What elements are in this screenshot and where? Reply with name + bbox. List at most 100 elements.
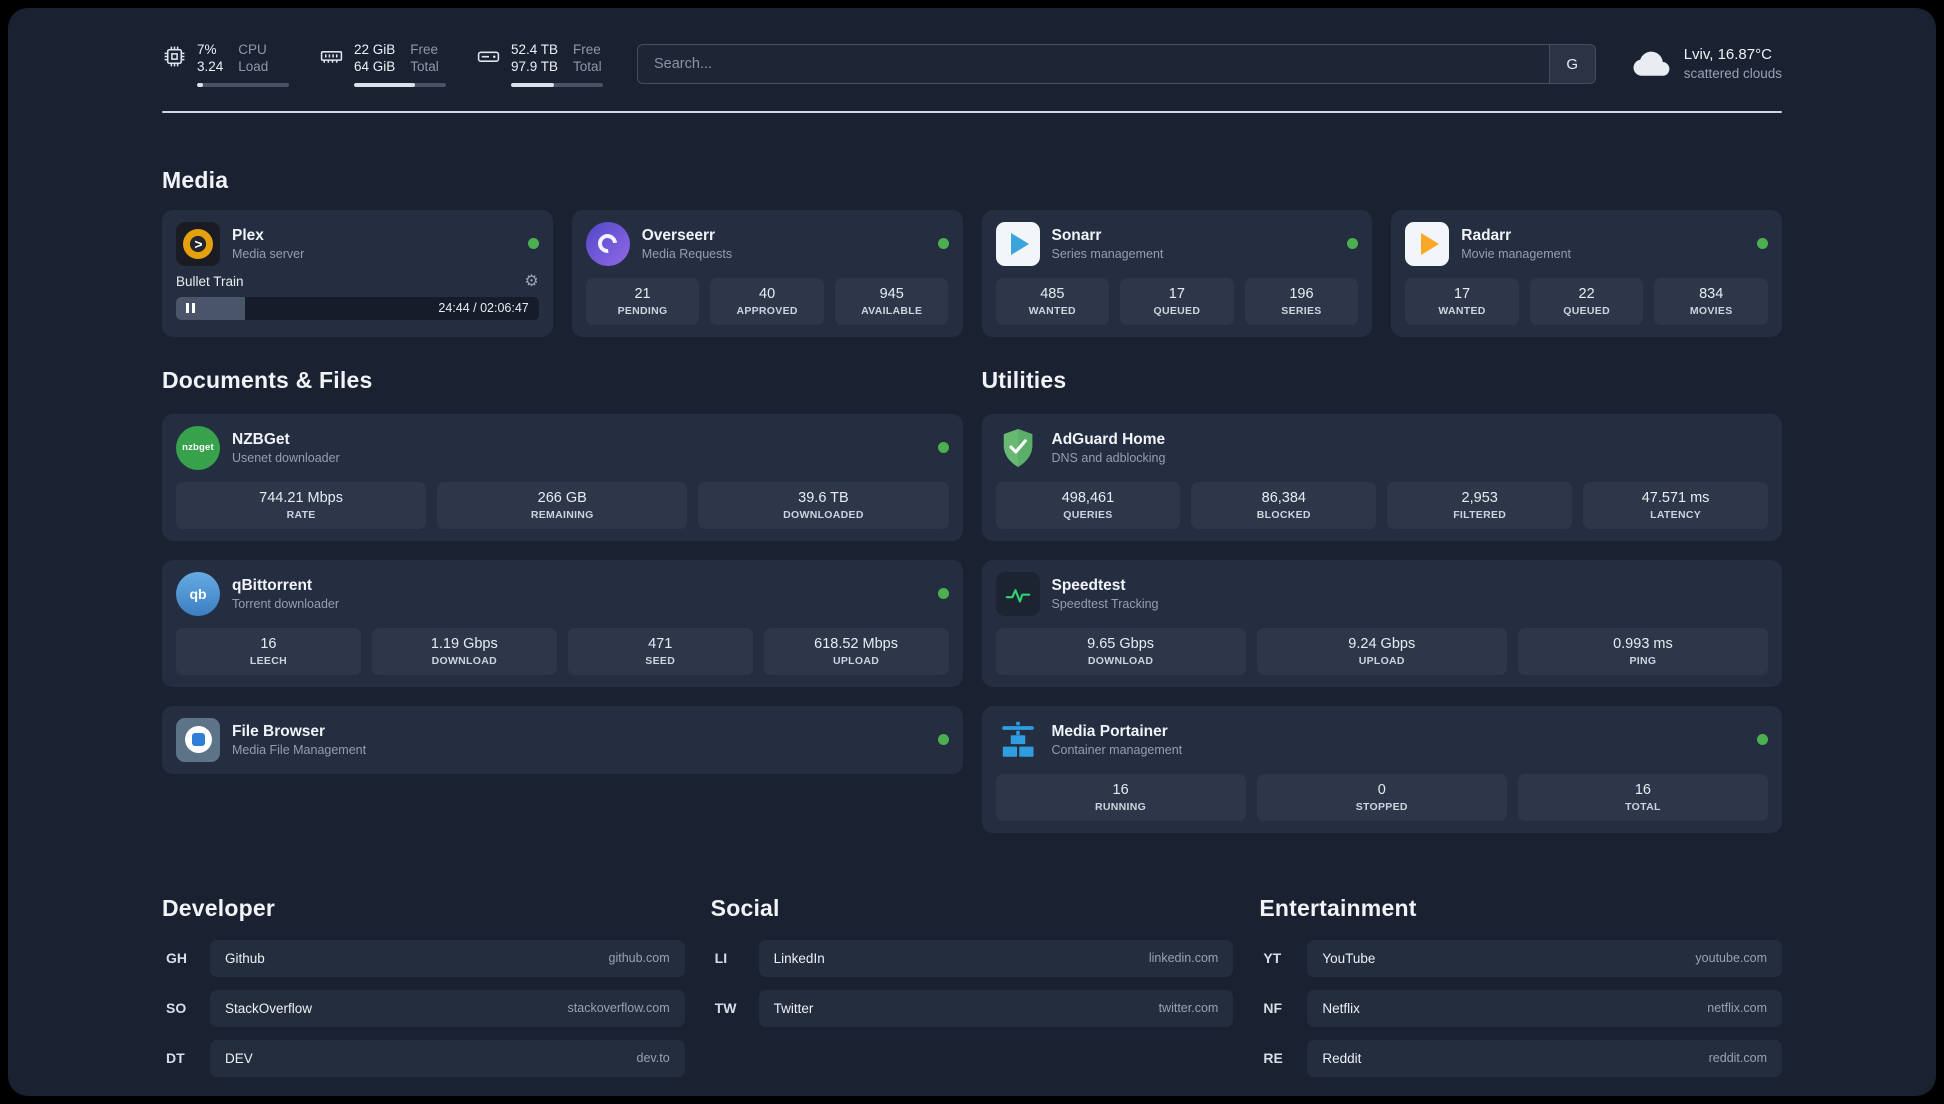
bookmark-stackoverflow[interactable]: StackOverflow stackoverflow.com: [210, 989, 685, 1027]
bookmark-url: stackoverflow.com: [567, 1001, 670, 1016]
disk-progress-bar: [511, 82, 603, 87]
stat-value: 86,384: [1261, 489, 1306, 506]
bookmark-linkedin[interactable]: LinkedIn linkedin.com: [758, 939, 1234, 977]
app-name: AdGuard Home: [1051, 430, 1166, 448]
bookmark-name: YouTube: [1322, 950, 1376, 966]
ram-progress-bar: [354, 82, 446, 87]
stat-label: MOVIES: [1689, 305, 1733, 318]
stat: 16 RUNNING: [995, 773, 1246, 821]
app-name: Overseerr: [641, 226, 716, 244]
disk-total-value: 97.9 TB: [511, 58, 559, 74]
pause-icon[interactable]: [176, 303, 205, 314]
speedtest-icon: [995, 571, 1040, 616]
section-title-utilities: Utilities: [981, 366, 1067, 393]
overseerr-icon: [585, 221, 630, 266]
search-bar: G: [637, 44, 1596, 85]
stat-label: STOPPED: [1355, 801, 1408, 813]
stat-label: REMAINING: [530, 509, 594, 522]
stat-value: 16: [1634, 781, 1651, 798]
app-card-plex[interactable]: > Plex Media server Bullet Train ⚙ 24:44…: [162, 209, 553, 337]
qbittorrent-icon-text: qb: [189, 585, 207, 602]
stat-value: 266 GB: [537, 489, 587, 506]
app-subtitle: Container management: [1051, 742, 1183, 757]
app-card-adguard[interactable]: AdGuard Home DNS and adblocking 498,461 …: [981, 413, 1782, 541]
stat-value: 2,953: [1461, 489, 1498, 506]
search-engine-button[interactable]: G: [1548, 45, 1595, 84]
stat-value: 485: [1040, 285, 1065, 302]
app-card-overseerr[interactable]: Overseerr Media Requests 21 PENDING 40 A…: [571, 209, 963, 337]
ram-free-value: 22 GiB: [354, 42, 396, 57]
app-card-speedtest[interactable]: Speedtest Speedtest Tracking 9.65 Gbps D…: [981, 559, 1782, 687]
app-name: Media Portainer: [1051, 722, 1168, 740]
stat-value: 17: [1453, 285, 1471, 302]
app-card-nzbget[interactable]: nzbget NZBGet Usenet downloader 744.21 M…: [162, 413, 963, 541]
ram-total-label: Total: [410, 58, 439, 74]
stat-label: SEED: [645, 655, 676, 668]
bookmark-url: github.com: [608, 951, 670, 966]
section-title-social: Social: [710, 894, 780, 921]
bookmark-netflix[interactable]: Netflix netflix.com: [1307, 989, 1782, 1027]
stat: 22 QUEUED: [1529, 277, 1644, 325]
stat-value: 834: [1699, 285, 1724, 302]
stat-value: 0: [1377, 781, 1386, 798]
disk-free-value: 52.4 TB: [511, 42, 559, 57]
stat-value: 21: [634, 285, 651, 302]
sonarr-icon: [995, 221, 1040, 266]
app-card-portainer[interactable]: Media Portainer Container management 16 …: [981, 705, 1782, 833]
bookmark-abbr: GH: [166, 950, 187, 967]
nzbget-icon-text: nzbget: [182, 442, 214, 454]
cpu-load-label: Load: [238, 58, 269, 74]
app-card-radarr[interactable]: Radarr Movie management 17 WANTED 22 QUE…: [1391, 209, 1782, 337]
search-input[interactable]: [638, 45, 1549, 84]
stat-label: AVAILABLE: [861, 305, 923, 318]
top-bar: 7% 3.24 CPU Load 22 GiB 64 GiB Free Tota…: [162, 42, 1782, 87]
stat-value: 9.65 Gbps: [1087, 635, 1155, 652]
filebrowser-icon: [176, 717, 220, 762]
stat: 9.65 Gbps DOWNLOAD: [995, 627, 1246, 675]
playback-progress-bar[interactable]: 24:44 / 02:06:47: [176, 296, 539, 320]
ram-total-value: 64 GiB: [354, 58, 396, 74]
bookmark-github[interactable]: Github github.com: [210, 939, 685, 977]
bookmark-twitter[interactable]: Twitter twitter.com: [758, 989, 1234, 1027]
dashboard: 7% 3.24 CPU Load 22 GiB 64 GiB Free Tota…: [8, 8, 1936, 1096]
bookmark-reddit[interactable]: Reddit reddit.com: [1307, 1039, 1782, 1077]
stat-value: 40: [759, 285, 776, 302]
status-dot: [1757, 238, 1768, 250]
app-card-qbittorrent[interactable]: qb qBittorrent Torrent downloader 16 LEE…: [162, 559, 963, 687]
gear-icon[interactable]: ⚙: [524, 273, 538, 290]
stat-label: BLOCKED: [1256, 509, 1311, 522]
stat-value: 471: [648, 635, 673, 652]
app-subtitle: Movie management: [1461, 246, 1572, 261]
stat: 17 WANTED: [1405, 277, 1519, 325]
stat-value: 1.19 Gbps: [430, 635, 498, 652]
stat: 9.24 Gbps UPLOAD: [1256, 627, 1507, 675]
bookmark-name: StackOverflow: [225, 1000, 313, 1016]
app-subtitle: Media Requests: [641, 246, 733, 261]
section-title-media: Media: [162, 166, 229, 193]
bookmark-abbr: RE: [1263, 1050, 1283, 1067]
app-name: Plex: [232, 226, 264, 244]
disk-progress-fill: [511, 82, 555, 87]
disk-metric: 52.4 TB 97.9 TB Free Total: [476, 42, 603, 87]
bookmark-name: Reddit: [1322, 1050, 1362, 1066]
stat-label: TOTAL: [1625, 801, 1661, 813]
bookmark-youtube[interactable]: YouTube youtube.com: [1307, 939, 1782, 977]
section-documents: Documents & Files nzbget NZBGet Usenet d…: [162, 367, 963, 774]
stat: 1.19 Gbps DOWNLOAD: [371, 627, 557, 675]
app-card-filebrowser[interactable]: File Browser Media File Management: [162, 705, 963, 774]
bookmark-url: linkedin.com: [1148, 951, 1219, 966]
plex-icon: >: [176, 221, 220, 266]
app-subtitle: Series management: [1051, 246, 1164, 261]
playback-time: 24:44 / 02:06:47: [438, 301, 529, 316]
stat: 471 SEED: [567, 627, 753, 675]
app-card-sonarr[interactable]: Sonarr Series management 485 WANTED 17 Q…: [981, 209, 1373, 337]
stat: 47.571 ms LATENCY: [1583, 481, 1768, 529]
bookmark-row-youtube: YT YouTube youtube.com: [1259, 939, 1782, 977]
app-subtitle: Usenet downloader: [232, 450, 340, 465]
stat-label: DOWNLOAD: [431, 655, 497, 668]
bookmark-dev[interactable]: DEV dev.to: [210, 1039, 685, 1077]
cpu-load-value: 3.24: [197, 58, 224, 74]
cpu-progress-bar: [197, 82, 289, 87]
stat-value: 744.21 Mbps: [259, 489, 343, 506]
bookmark-row-dev: DT DEV dev.to: [162, 1039, 685, 1077]
